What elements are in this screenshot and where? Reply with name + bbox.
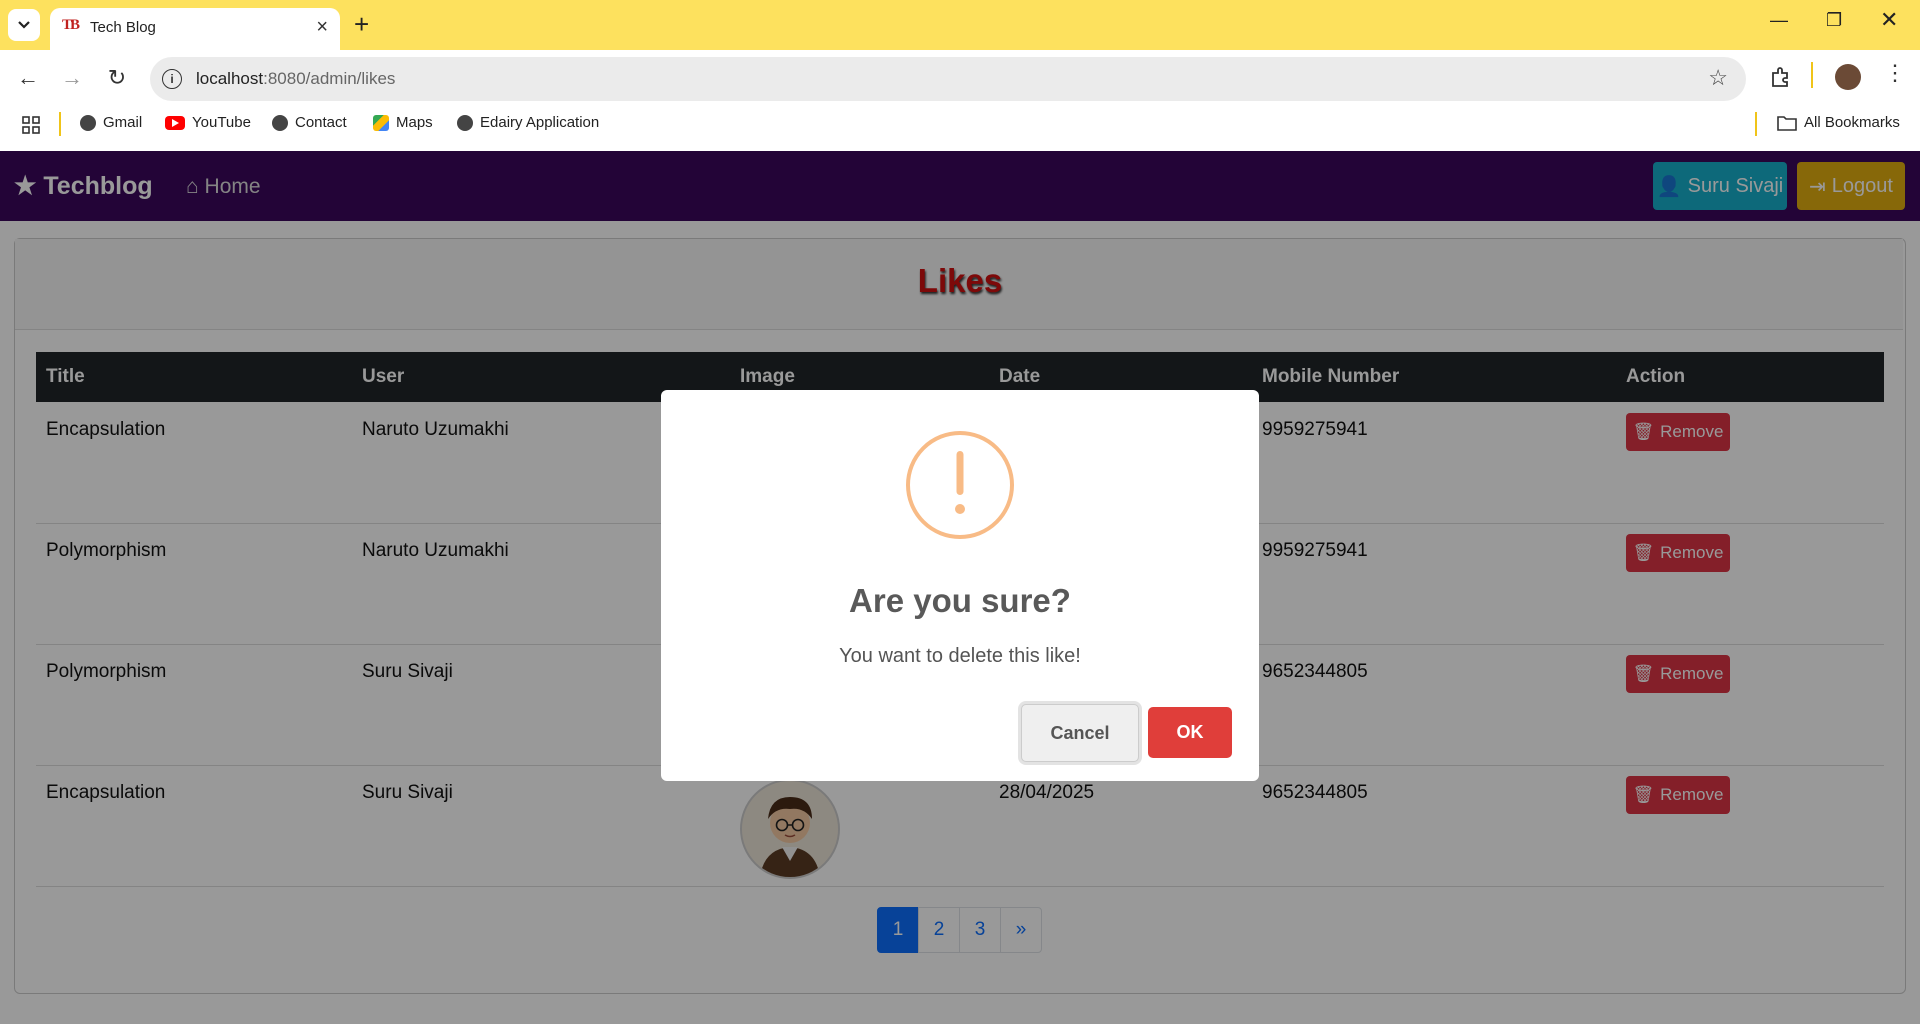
bookmark-maps[interactable]: Maps	[373, 114, 433, 131]
bookmarks-divider	[59, 112, 61, 136]
bookmark-edairy[interactable]: Edairy Application	[457, 114, 599, 131]
address-bar[interactable]: i localhost:8080/admin/likes ☆	[150, 57, 1746, 101]
url-host: localhost	[196, 69, 264, 88]
site-info-icon[interactable]: i	[162, 69, 182, 89]
ok-button[interactable]: OK	[1148, 707, 1232, 758]
bookmark-label: Contact	[295, 114, 347, 131]
maps-icon	[373, 114, 389, 131]
close-window-icon[interactable]: ✕	[1880, 7, 1898, 33]
url-path: :8080/admin/likes	[263, 69, 396, 88]
apps-grid-icon[interactable]	[22, 116, 40, 139]
extensions-icon[interactable]	[1770, 66, 1792, 88]
bookmark-star-icon[interactable]: ☆	[1708, 65, 1728, 91]
bookmark-youtube[interactable]: YouTube	[165, 114, 251, 131]
minimize-icon[interactable]: —	[1770, 10, 1788, 31]
browser-tab[interactable]: TB Tech Blog ×	[50, 8, 340, 50]
browser-menu-icon[interactable]: ⋮	[1884, 62, 1906, 84]
globe-icon	[80, 114, 96, 131]
cancel-button[interactable]: Cancel	[1021, 704, 1139, 762]
bookmarks-divider-right	[1755, 112, 1757, 136]
youtube-icon	[165, 115, 185, 130]
tab-search-button[interactable]	[8, 9, 40, 41]
profile-avatar[interactable]	[1835, 64, 1861, 90]
chevron-down-icon	[18, 21, 30, 29]
bookmark-label: Gmail	[103, 114, 143, 131]
all-bookmarks-label: All Bookmarks	[1804, 114, 1900, 131]
restore-icon[interactable]: ❐	[1826, 10, 1842, 31]
toolbar-divider	[1811, 62, 1813, 88]
bookmark-gmail[interactable]: Gmail	[80, 114, 142, 131]
forward-icon[interactable]: →	[60, 66, 84, 90]
globe-icon	[272, 114, 288, 131]
bookmark-label: Maps	[396, 114, 433, 131]
reload-icon[interactable]: ↻	[105, 66, 129, 90]
close-tab-icon[interactable]: ×	[316, 16, 328, 39]
tab-title: Tech Blog	[90, 19, 156, 36]
folder-icon	[1777, 115, 1797, 131]
all-bookmarks[interactable]: All Bookmarks	[1777, 114, 1900, 131]
url-text: localhost:8080/admin/likes	[196, 69, 395, 89]
back-icon[interactable]: ←	[16, 66, 40, 90]
dialog-text: You want to delete this like!	[839, 645, 1081, 667]
new-tab-button[interactable]: +	[354, 11, 369, 37]
dialog-title: Are you sure?	[849, 582, 1071, 619]
globe-icon	[457, 114, 473, 131]
bookmark-label: Edairy Application	[480, 114, 600, 131]
bookmark-contact[interactable]: Contact	[272, 114, 347, 131]
tab-favicon: TB	[62, 17, 80, 33]
warning-icon	[904, 429, 1016, 541]
bookmark-label: YouTube	[192, 114, 251, 131]
